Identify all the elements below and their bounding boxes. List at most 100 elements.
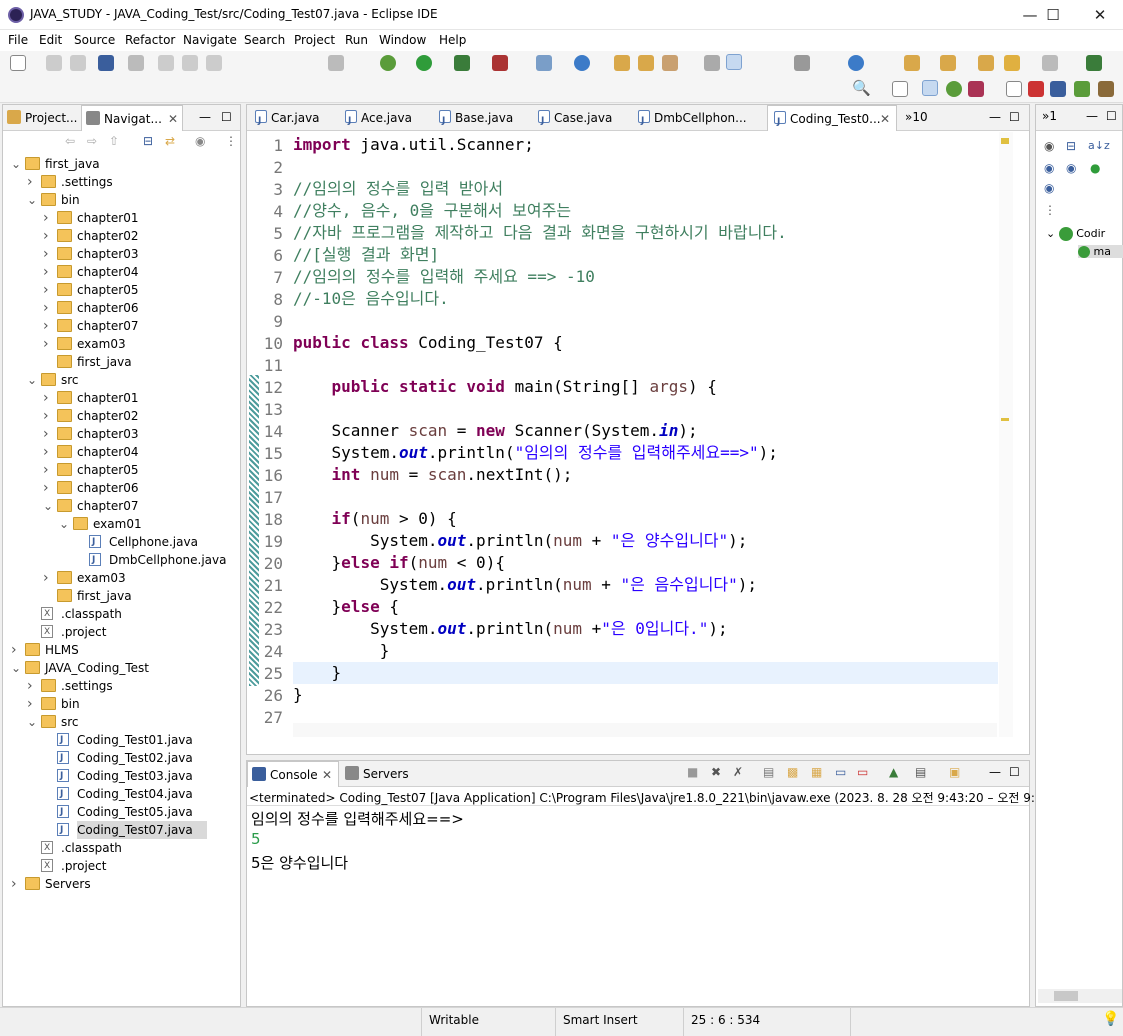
console-output[interactable]: 임의의 정수를 입력해주세요==> 5 5은 양수입니다 [247,805,1029,991]
tree-item[interactable]: › Servers [3,875,239,893]
hide-local-icon[interactable]: ◉ [1044,181,1054,195]
occurrence-marker[interactable] [1001,418,1009,421]
maximize-button[interactable]: ☐ [1030,0,1076,30]
tree-item[interactable]: › chapter04 [3,263,239,281]
tab-servers[interactable]: Servers [341,761,421,787]
task-list-icon[interactable] [1028,81,1044,97]
tree-item[interactable]: › chapter06 [3,479,239,497]
maximize-icon[interactable]: ☐ [1009,110,1020,124]
minimize-icon[interactable]: — [199,110,211,124]
suspend-icon[interactable] [182,55,198,71]
code-editor[interactable]: 1 import java.util.Scanner; 2 3//임의의 정수를 입력… [247,132,1029,737]
close-icon[interactable]: ✕ [880,106,890,132]
chevron-right-icon[interactable]: › [43,389,53,407]
javadoc-icon[interactable] [1098,81,1114,97]
chevron-right-icon[interactable]: › [43,209,53,227]
tab-case-java[interactable]: Case.java [532,105,618,134]
code-line[interactable]: System.out.println("임의의 정수를 입력해주세요==>"); [293,442,778,464]
chevron-right-icon[interactable]: › [27,173,37,191]
sort-icon[interactable]: a↓z [1088,139,1110,152]
warning-marker[interactable] [1001,138,1009,144]
tree-item[interactable]: › chapter02 [3,407,239,425]
collapse-icon[interactable]: ◉ [1044,139,1054,153]
outline-method-item[interactable]: ma [1078,245,1123,258]
remove-all-icon[interactable]: ✗ [733,765,743,779]
chevron-right-icon[interactable]: › [27,677,37,695]
tab-ace-java[interactable]: Ace.java [339,105,425,134]
tree-item[interactable]: Cellphone.java [3,533,239,551]
code-line[interactable]: import java.util.Scanner; [293,134,534,156]
chevron-right-icon[interactable]: › [27,695,37,713]
chevron-right-icon[interactable]: › [43,569,53,587]
tree-item[interactable]: › chapter06 [3,299,239,317]
back-arrow-icon[interactable]: ⇦ [65,134,75,148]
code-line[interactable]: }else { [293,596,399,618]
code-line[interactable]: } [293,684,303,706]
horizontal-scrollbar[interactable] [293,723,997,737]
tree-item[interactable]: Coding_Test07.java [3,821,239,839]
tree-item[interactable]: .classpath [3,605,239,623]
minimize-icon[interactable]: — [1086,109,1098,123]
menu-file[interactable]: File [8,33,28,47]
external-tools-icon[interactable] [492,55,508,71]
hide-fields-icon[interactable]: ◉ [1044,161,1054,175]
code-line[interactable]: //임의의 정수를 입력 받아서 [293,178,503,200]
tree-item[interactable]: › chapter05 [3,461,239,479]
java-perspective-icon[interactable] [922,80,938,96]
search-icon[interactable]: 🔍 [852,79,871,97]
menu-search[interactable]: Search [244,33,285,47]
minimize-icon[interactable]: — [989,110,1001,124]
pin-editor-icon[interactable] [1086,55,1102,71]
chevron-right-icon[interactable]: › [43,281,53,299]
problems-icon[interactable] [1074,81,1090,97]
expand-icon[interactable]: ⊟ [1066,139,1076,153]
restore-icon[interactable] [1006,81,1022,97]
code-line[interactable]: //양수, 음수, 0을 구분해서 보여주는 [293,200,571,222]
tab-coding-test07-java[interactable]: Coding_Test0...✕ [767,105,897,135]
insert-mode-status[interactable]: Smart Insert [563,1013,638,1027]
chevron-right-icon[interactable]: › [43,299,53,317]
tab-project-explorer[interactable]: Project... [3,105,79,131]
forward-icon[interactable] [1042,55,1058,71]
tree-item[interactable]: .project [3,857,239,875]
tree-item[interactable]: › chapter03 [3,245,239,263]
tree-item[interactable]: ⌄ JAVA_Coding_Test [3,659,239,677]
new-icon[interactable] [10,55,26,71]
code-line[interactable]: public class Coding_Test07 { [293,332,563,354]
use-step-filters-icon[interactable] [328,55,344,71]
outline-icon[interactable] [1050,81,1066,97]
chevron-right-icon[interactable]: › [43,443,53,461]
code-line[interactable]: Scanner scan = new Scanner(System.in); [293,420,698,442]
debug-icon[interactable] [380,55,396,71]
code-line[interactable]: } [293,640,390,662]
toggle-annotation-icon[interactable] [704,55,720,71]
close-icon[interactable]: ✕ [322,762,332,788]
code-line[interactable]: } [293,662,342,684]
tree-item[interactable]: › chapter01 [3,389,239,407]
tree-item[interactable]: ⌄ chapter07 [3,497,239,515]
tree-item[interactable]: › chapter02 [3,227,239,245]
chevron-down-icon[interactable]: ⌄ [27,713,37,731]
chevron-right-icon[interactable]: › [43,317,53,335]
tree-item[interactable]: Coding_Test01.java [3,731,239,749]
clear-console-icon[interactable]: ▤ [763,765,774,779]
show-whitespace-icon[interactable] [794,55,810,71]
tree-item[interactable]: › .settings [3,677,239,695]
tree-item[interactable]: › HLMS [3,641,239,659]
code-line[interactable]: if(num > 0) { [293,508,457,530]
chevron-right-icon[interactable]: › [43,335,53,353]
view-menu-icon[interactable]: ⋮ [225,134,237,148]
tree-item[interactable]: › chapter01 [3,209,239,227]
open-perspective-icon[interactable] [892,81,908,97]
menu-run[interactable]: Run [345,33,368,47]
code-line[interactable]: int num = scan.nextInt(); [293,464,573,486]
chevron-down-icon[interactable]: ⌄ [59,515,69,533]
open-type-icon[interactable] [614,55,630,71]
chevron-right-icon[interactable]: › [43,227,53,245]
save-icon[interactable] [46,55,62,71]
chevron-down-icon[interactable]: ⌄ [27,191,37,209]
chevron-down-icon[interactable]: ⌄ [27,371,37,389]
tree-item[interactable]: first_java [3,587,239,605]
tab-car-java[interactable]: Car.java [249,105,335,134]
back-icon[interactable] [1004,55,1020,71]
